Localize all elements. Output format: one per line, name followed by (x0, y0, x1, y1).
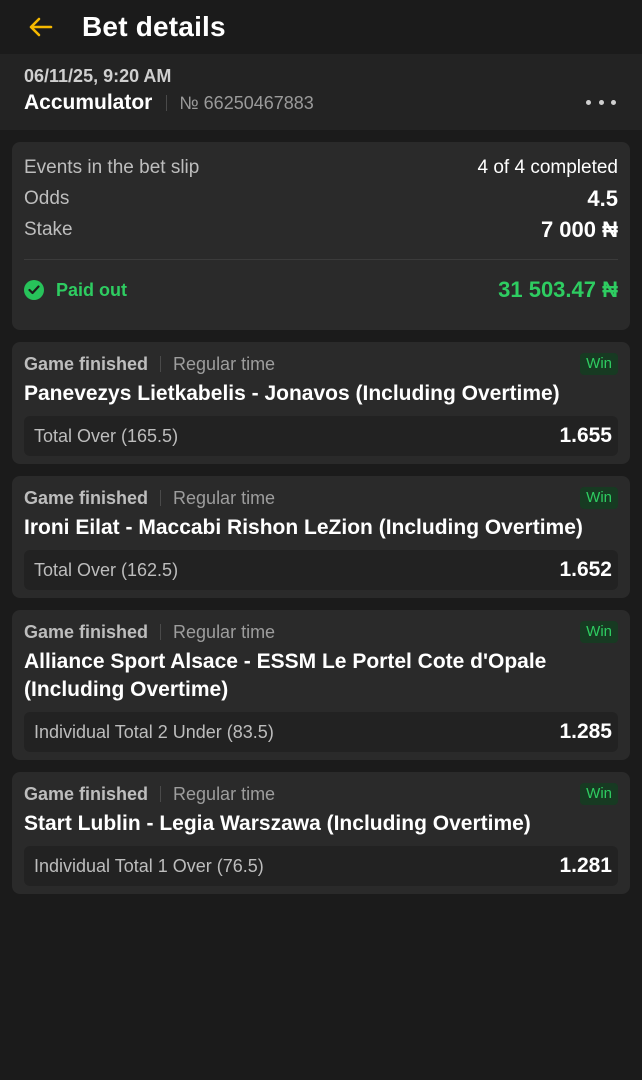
event-status: Game finished (24, 487, 149, 508)
event-title: Ironi Eilat - Maccabi Rishon LeZion (Inc… (24, 516, 583, 539)
event-meta: Game finished Regular time Win (24, 352, 618, 376)
events-row: Events in the bet slip 4 of 4 completed (24, 152, 618, 183)
more-horizontal-icon[interactable] (586, 92, 616, 112)
divider (160, 624, 162, 640)
market-odds: 1.281 (559, 854, 612, 877)
event-market: Total Over (165.5) 1.655 (24, 416, 618, 456)
event-meta: Game finished Regular time Win (24, 620, 618, 644)
market-name: Individual Total 1 Over (76.5) (34, 855, 264, 876)
check-circle-icon (24, 280, 44, 300)
event-card[interactable]: Game finished Regular time Win Start Lub… (12, 772, 630, 894)
divider (160, 786, 162, 802)
event-market: Individual Total 1 Over (76.5) 1.281 (24, 846, 618, 886)
market-name: Total Over (162.5) (34, 559, 179, 580)
win-badge: Win (580, 621, 618, 643)
event-card[interactable]: Game finished Regular time Win Alliance … (12, 610, 630, 760)
event-market: Total Over (162.5) 1.652 (24, 550, 618, 590)
bet-type: Accumulator (24, 91, 153, 114)
bet-number[interactable]: № 66250467883 (179, 93, 313, 114)
market-name: Total Over (165.5) (34, 425, 179, 446)
event-status: Game finished (24, 783, 149, 804)
odds-label: Odds (24, 187, 70, 209)
stake-value: 7 000 ₦ (540, 216, 618, 242)
paid-out-label: Paid out (56, 279, 127, 300)
events-value: 4 of 4 completed (477, 156, 618, 178)
event-status: Game finished (24, 353, 149, 374)
event-status: Game finished (24, 621, 149, 642)
bet-info-line: Accumulator № 66250467883 (24, 91, 618, 115)
odds-row: Odds 4.5 (24, 183, 618, 214)
bet-header: 06/11/25, 9:20 AM Accumulator № 66250467… (0, 54, 642, 130)
market-odds: 1.655 (559, 424, 612, 447)
odds-value: 4.5 (587, 185, 618, 211)
divider (166, 95, 168, 111)
event-title: Alliance Sport Alsace - ESSM Le Portel C… (24, 650, 547, 701)
event-card[interactable]: Game finished Regular time Win Panevezys… (12, 342, 630, 464)
event-meta: Game finished Regular time Win (24, 782, 618, 806)
arrow-left-icon[interactable] (26, 13, 54, 41)
market-odds: 1.285 (559, 720, 612, 743)
win-badge: Win (580, 783, 618, 805)
event-title: Start Lublin - Legia Warszawa (Including… (24, 812, 531, 835)
event-period: Regular time (173, 353, 276, 374)
event-card[interactable]: Game finished Regular time Win Ironi Eil… (12, 476, 630, 598)
win-badge: Win (580, 353, 618, 375)
market-odds: 1.652 (559, 558, 612, 581)
event-period: Regular time (173, 621, 276, 642)
event-title: Panevezys Lietkabelis - Jonavos (Includi… (24, 382, 560, 405)
top-bar: Bet details (0, 0, 642, 54)
events-label: Events in the bet slip (24, 156, 200, 178)
bet-summary-card: Events in the bet slip 4 of 4 completed … (12, 142, 630, 330)
event-meta: Game finished Regular time Win (24, 486, 618, 510)
event-period: Regular time (173, 783, 276, 804)
win-badge: Win (580, 487, 618, 509)
stake-row: Stake 7 000 ₦ (24, 214, 618, 245)
paid-out-amount: 31 503.47 ₦ (498, 277, 618, 302)
market-name: Individual Total 2 Under (83.5) (34, 721, 274, 742)
event-market: Individual Total 2 Under (83.5) 1.285 (24, 712, 618, 752)
divider (160, 490, 162, 506)
event-period: Regular time (173, 487, 276, 508)
paid-out-row: Paid out 31 503.47 ₦ (24, 260, 618, 320)
page-title: Bet details (82, 11, 226, 42)
bet-date: 06/11/25, 9:20 AM (24, 66, 172, 86)
paid-out-status: Paid out (24, 280, 127, 301)
events-list: Game finished Regular time Win Panevezys… (0, 342, 642, 894)
stake-label: Stake (24, 218, 73, 240)
divider (160, 356, 162, 372)
